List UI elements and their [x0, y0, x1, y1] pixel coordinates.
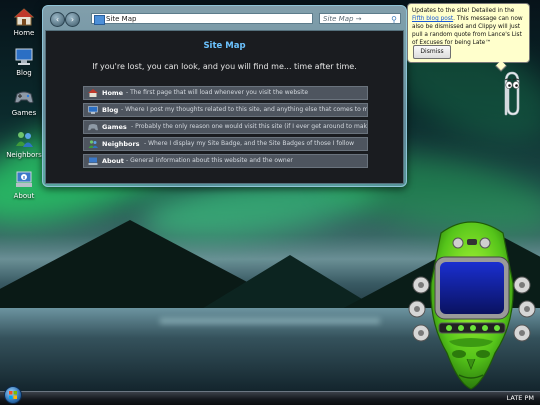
balloon-text: Updates to the site! Detailed in the — [412, 8, 515, 14]
info-computer-icon — [88, 157, 98, 165]
dismiss-button[interactable]: Dismiss — [413, 45, 451, 59]
sitemap-link-desc: - Where I display my Site Badge, and the… — [144, 140, 355, 147]
alien-head-player-icon — [408, 221, 536, 390]
sitemap-link-name[interactable]: Blog — [102, 104, 118, 116]
desktop-icon-label: Games — [11, 109, 37, 117]
arrow-right-icon: › — [70, 15, 75, 24]
paperclip-icon — [504, 71, 520, 116]
clippy-assistant[interactable] — [498, 70, 524, 118]
sitemap-link-desc: - General information about this website… — [126, 157, 293, 164]
desktop-icon-label: Home — [13, 29, 35, 37]
desktop-icon-label: About — [13, 192, 35, 200]
sitemap-row-about[interactable]: About - General information about this w… — [83, 154, 368, 168]
sitemap-link-name[interactable]: About — [102, 155, 124, 167]
people-icon — [88, 140, 98, 148]
sitemap-row-games[interactable]: Games - Probably the only reason one wou… — [83, 120, 368, 134]
desktop-icon-home[interactable]: Home — [5, 8, 43, 37]
page-subtitle: If you're lost, you can look, and you wi… — [92, 62, 357, 71]
sitemap-content: Site Map If you're lost, you can look, a… — [45, 30, 404, 184]
address-text: Site Map — [106, 15, 137, 23]
sitemap-window: ‹ › Site Map Site Map → ⚲ Site Map If yo… — [42, 5, 407, 187]
desktop-icon-blog[interactable]: Blog — [5, 48, 43, 77]
info-computer-icon — [14, 171, 34, 189]
monitor-icon — [14, 48, 34, 66]
back-button[interactable]: ‹ — [50, 12, 65, 27]
media-player-skin[interactable] — [403, 213, 540, 395]
desktop-icon-games[interactable]: Games — [5, 88, 43, 117]
sitemap-link-name[interactable]: Home — [102, 87, 123, 99]
house-icon — [88, 89, 98, 97]
house-icon — [13, 8, 35, 26]
gamepad-icon — [14, 88, 34, 106]
address-bar[interactable]: Site Map — [91, 13, 313, 25]
sitemap-row-home[interactable]: Home - The first page that will load whe… — [83, 86, 368, 100]
lake-reflection — [160, 318, 380, 324]
search-icon[interactable]: ⚲ — [391, 14, 397, 25]
sitemap-link-name[interactable]: Neighbors — [102, 138, 140, 150]
gamepad-icon — [88, 123, 98, 131]
blog-post-link[interactable]: Fifth blog post — [412, 16, 453, 22]
sitemap-row-neighbors[interactable]: Neighbors - Where I display my Site Badg… — [83, 137, 368, 151]
search-input[interactable]: Site Map → ⚲ — [319, 13, 401, 24]
desktop-icon-label: Neighbors — [6, 151, 42, 159]
monitor-icon — [88, 106, 98, 114]
desktop-icon-neighbors[interactable]: Neighbors — [5, 130, 43, 159]
notification-balloon: Updates to the site! Detailed in the Fif… — [407, 3, 530, 63]
windows-logo-icon — [9, 391, 17, 399]
taskbar-clock[interactable]: LATE PM — [507, 394, 534, 402]
sitemap-link-desc: - The first page that will load whenever… — [126, 89, 309, 96]
search-placeholder: Site Map → — [323, 15, 362, 23]
sitemap-link-desc: - Probably the only reason one would vis… — [131, 123, 367, 130]
desktop-icon-about[interactable]: About — [5, 171, 43, 200]
sitemap-row-blog[interactable]: Blog - Where I post my thoughts related … — [83, 103, 368, 117]
page-title: Site Map — [203, 41, 246, 51]
sitemap-link-desc: - Where I post my thoughts related to th… — [121, 106, 368, 113]
arrow-left-icon: ‹ — [55, 15, 60, 24]
start-orb-button[interactable] — [4, 386, 22, 404]
sitemap-link-name[interactable]: Games — [102, 121, 127, 133]
taskbar: LATE PM — [0, 386, 540, 405]
desktop-icon-label: Blog — [16, 69, 32, 77]
page-icon — [94, 15, 105, 25]
people-icon — [14, 130, 34, 148]
forward-button[interactable]: › — [65, 12, 80, 27]
